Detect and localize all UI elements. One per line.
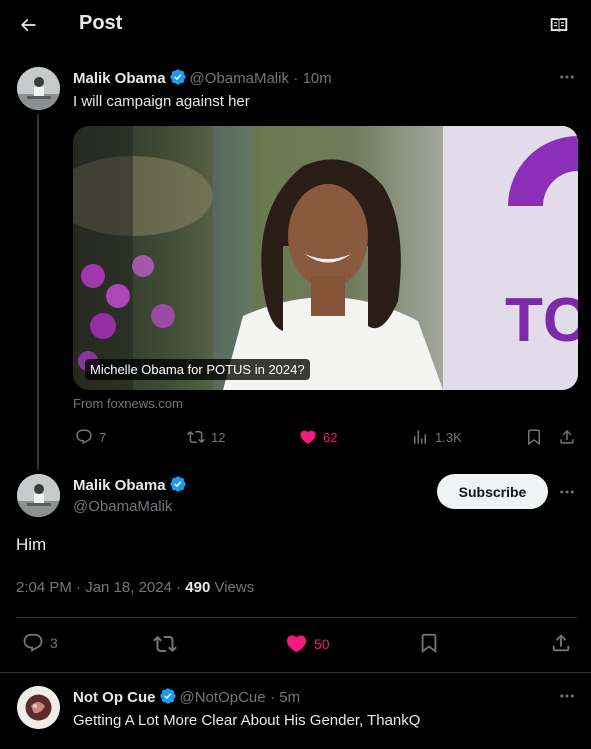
post-timestamp[interactable]: 2:04 PM · Jan 18, 2024 · — [16, 579, 185, 596]
views-label: Views — [210, 579, 255, 596]
bookmark-button[interactable] — [418, 632, 440, 654]
reply-header: Not Op Cue @NotOpCue · 5m — [73, 687, 300, 707]
heart-filled-icon — [286, 635, 307, 653]
repost-count: 12 — [211, 429, 226, 445]
verified-badge-icon — [159, 687, 177, 705]
divider — [16, 617, 577, 618]
author-name[interactable]: Not Op Cue — [73, 689, 156, 706]
more-options-icon[interactable] — [555, 65, 579, 89]
heart-filled-icon — [300, 430, 316, 444]
bookmark-icon — [528, 429, 540, 446]
page-title: Post — [79, 12, 123, 34]
reply-count: 7 — [99, 429, 107, 445]
card-image: TC — [73, 126, 578, 390]
share-button[interactable] — [558, 428, 576, 446]
author-handle[interactable]: @ObamaMalik — [190, 70, 289, 87]
reader-mode-icon[interactable] — [541, 7, 577, 43]
author-name[interactable]: Malik Obama — [73, 477, 166, 494]
post-time[interactable]: · 10m — [293, 70, 331, 87]
share-icon — [552, 634, 570, 652]
thread-connector-line — [37, 114, 39, 470]
avatar-malik-obama[interactable] — [17, 67, 60, 110]
views-chart-icon — [414, 430, 426, 444]
views-button[interactable]: 1.3K — [411, 428, 462, 446]
repost-icon — [153, 635, 177, 653]
like-count: 50 — [314, 635, 330, 652]
verified-badge-icon — [169, 475, 187, 493]
bookmark-button[interactable] — [525, 428, 543, 446]
main-post-text: Him — [16, 535, 47, 554]
subscribe-button[interactable]: Subscribe — [437, 474, 548, 509]
svg-text:TC: TC — [505, 286, 578, 355]
card-title-label: Michelle Obama for POTUS in 2024? — [85, 359, 310, 380]
share-button[interactable] — [550, 632, 572, 654]
views-count: 1.3K — [435, 429, 462, 445]
avatar-malik-obama-main[interactable] — [17, 474, 60, 517]
verified-badge-icon — [169, 68, 187, 86]
author-name[interactable]: Malik Obama — [73, 70, 166, 87]
like-button[interactable]: 50 — [285, 632, 330, 655]
card-source[interactable]: From foxnews.com — [73, 396, 183, 411]
post-metadata: 2:04 PM · Jan 18, 2024 · 490 Views — [16, 579, 254, 596]
quoted-post-text: I will campaign against her — [73, 93, 250, 110]
reply-button[interactable]: 3 — [22, 632, 58, 654]
more-options-icon[interactable] — [555, 480, 579, 504]
avatar-not-op-cue[interactable] — [17, 686, 60, 729]
main-post-author: Malik Obama — [73, 475, 190, 495]
repost-icon — [187, 430, 205, 444]
reply-icon — [23, 633, 43, 652]
reply-text: Getting A Lot More Clear About His Gende… — [73, 712, 421, 729]
reply-button[interactable]: 7 — [75, 428, 106, 446]
divider — [0, 672, 591, 673]
reply-count: 3 — [50, 635, 58, 651]
header-bar: Post — [0, 0, 591, 52]
repost-button[interactable]: 12 — [187, 428, 225, 446]
author-handle[interactable]: @ObamaMalik — [73, 498, 172, 515]
more-options-icon[interactable] — [555, 684, 579, 708]
quoted-post-header: Malik Obama @ObamaMalik · 10m — [73, 68, 332, 88]
views-number: 490 — [185, 579, 211, 596]
reply-icon — [76, 429, 92, 445]
back-arrow-icon[interactable] — [10, 7, 46, 43]
bookmark-icon — [421, 633, 437, 654]
repost-button[interactable] — [153, 632, 177, 656]
author-handle[interactable]: @NotOpCue — [180, 689, 266, 706]
link-preview-card[interactable]: TC Michelle Obama for POTUS in 2024? — [73, 126, 578, 390]
like-count: 62 — [323, 429, 338, 445]
share-icon — [560, 429, 574, 444]
post-time[interactable]: · 5m — [270, 689, 300, 706]
like-button[interactable]: 62 — [299, 428, 337, 446]
